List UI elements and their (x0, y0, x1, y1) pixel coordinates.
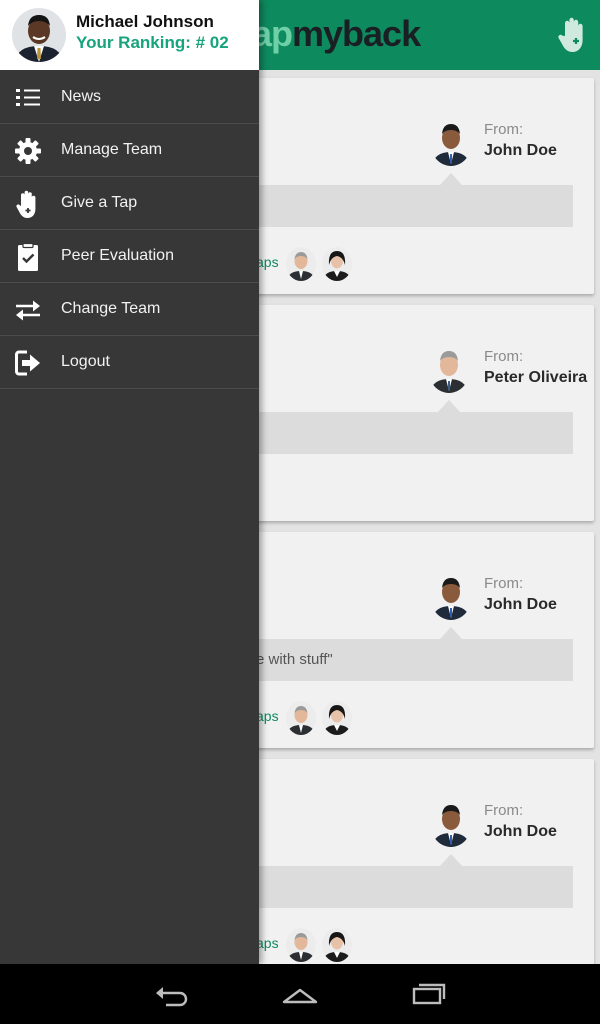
menu-label: Give a Tap (61, 194, 138, 211)
menu-label: News (61, 88, 102, 105)
recent-apps-icon[interactable] (408, 978, 448, 1010)
menu-label: Manage Team (61, 141, 163, 158)
from-label: From: (484, 348, 524, 365)
system-navigation-bar (0, 964, 600, 1024)
logout-icon (15, 350, 40, 376)
menu-item-news[interactable]: News (0, 71, 259, 124)
sender-avatar (430, 799, 472, 847)
hand-plus-icon[interactable] (556, 16, 588, 54)
menu-item-give-a-tap[interactable]: Give a Tap (0, 177, 259, 230)
tapper-avatar[interactable] (322, 701, 352, 735)
from-label: From: (484, 575, 524, 592)
menu-label: Peer Evaluation (61, 247, 174, 264)
navigation-drawer[interactable]: Michael Johnson Your Ranking: # 02 News (0, 0, 259, 964)
feed-card[interactable]: From: John Doe aps (252, 78, 594, 294)
back-icon[interactable] (152, 978, 192, 1010)
feed-card[interactable]: From: John Doe aps (252, 759, 594, 964)
from-name: Peter Oliveira (484, 369, 588, 386)
feed-card[interactable]: From: John Doe e with stuff" aps (252, 532, 594, 748)
menu-label: Change Team (61, 300, 161, 317)
taps-label[interactable]: aps (256, 254, 279, 270)
menu-item-manage-team[interactable]: Manage Team (0, 124, 259, 177)
from-label: From: (484, 802, 524, 819)
message-bubble (252, 185, 573, 227)
gear-icon (15, 138, 41, 164)
from-label: From: (484, 121, 524, 138)
menu-item-peer-evaluation[interactable]: Peer Evaluation (0, 230, 259, 283)
menu-item-change-team[interactable]: Change Team (0, 283, 259, 336)
taps-label[interactable]: aps (256, 935, 279, 951)
app-logo: apmyback (252, 13, 421, 55)
tapper-avatar[interactable] (286, 701, 316, 735)
message-bubble: e with stuff" (252, 639, 573, 681)
feed-card[interactable]: From: Peter Oliveira (252, 305, 594, 521)
app-logo-part-b: myback (292, 13, 421, 54)
swap-arrows-icon (16, 300, 40, 321)
bubble-caret (440, 627, 462, 639)
profile-header[interactable]: Michael Johnson Your Ranking: # 02 (0, 0, 259, 70)
home-icon[interactable] (280, 978, 320, 1010)
menu-label: Logout (61, 353, 110, 370)
hand-tap-icon (16, 190, 36, 218)
user-name: Michael Johnson (76, 12, 214, 31)
sender-avatar (430, 118, 472, 166)
user-ranking: Your Ranking: # 02 (76, 33, 229, 52)
list-icon (16, 89, 40, 106)
taps-label[interactable]: aps (256, 708, 279, 724)
message-bubble (252, 866, 573, 908)
tapper-avatar[interactable] (322, 247, 352, 281)
from-name: John Doe (484, 596, 557, 613)
clipboard-check-icon (18, 242, 38, 271)
message-text: e with stuff" (256, 651, 333, 668)
bubble-caret (438, 400, 460, 412)
tapper-avatar[interactable] (322, 928, 352, 962)
from-name: John Doe (484, 823, 557, 840)
user-avatar[interactable] (12, 8, 66, 62)
tapper-avatar[interactable] (286, 247, 316, 281)
from-name: John Doe (484, 142, 557, 159)
bubble-caret (440, 173, 462, 185)
message-bubble (252, 412, 573, 454)
bubble-caret (440, 854, 462, 866)
menu-item-logout[interactable]: Logout (0, 336, 259, 389)
sender-avatar (430, 572, 472, 620)
sender-avatar (428, 345, 470, 393)
tapper-avatar[interactable] (286, 928, 316, 962)
